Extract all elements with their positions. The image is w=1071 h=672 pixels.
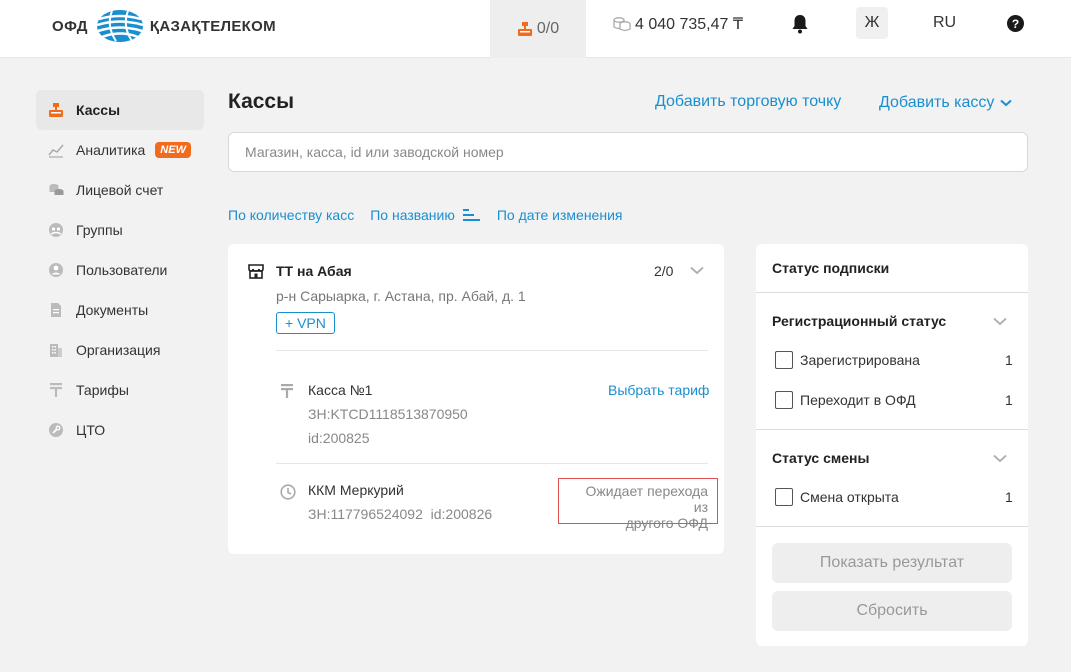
reset-button[interactable]: Сбросить xyxy=(772,591,1012,631)
user-icon xyxy=(48,262,64,278)
checkbox-label: Зарегистрирована xyxy=(800,352,920,368)
show-result-button[interactable]: Показать результат xyxy=(772,543,1012,583)
trade-point-address: р-н Сарыарка, г. Астана, пр. Абай, д. 1 xyxy=(276,288,526,304)
checkbox-count: 1 xyxy=(1005,392,1013,408)
add-kassa-dropdown[interactable]: Добавить кассу xyxy=(879,94,1013,112)
sidebar-nav: Кассы Аналитика NEW Лицевой счет Группы … xyxy=(36,90,204,450)
reg-status-title[interactable]: Регистрационный статус xyxy=(772,313,946,329)
status-line-2: другого ОФД xyxy=(625,515,708,531)
globe-logo-icon xyxy=(96,10,144,42)
chart-icon xyxy=(48,142,64,158)
kassa-serial: ЗН:KTCD1118513870950 xyxy=(308,406,468,422)
sort-by-name[interactable]: По названию xyxy=(370,207,481,223)
checkbox-label: Переходит в ОФД xyxy=(800,392,916,408)
sort-by-count[interactable]: По количеству касс xyxy=(228,207,354,223)
sidebar-item-groups[interactable]: Группы xyxy=(36,210,204,250)
balance-value: 4 040 735,47 ₸ xyxy=(635,16,744,33)
filter-title: Статус подписки xyxy=(772,260,890,276)
shift-status-title[interactable]: Статус смены xyxy=(772,450,869,466)
sidebar-item-label: Аналитика xyxy=(76,142,146,158)
sidebar-item-label: Документы xyxy=(76,302,149,318)
trade-point-count: 2/0 xyxy=(654,263,674,279)
kassa-serial: ЗН:117796524092 xyxy=(308,506,423,522)
chevron-down-icon[interactable] xyxy=(690,266,704,275)
tariff-icon xyxy=(281,384,293,398)
sort-by-name-label: По названию xyxy=(370,207,455,223)
divider xyxy=(756,292,1028,293)
bell-icon[interactable] xyxy=(791,14,809,34)
divider xyxy=(276,350,708,351)
sidebar-item-label: Пользователи xyxy=(76,262,168,278)
trade-point-name[interactable]: ТТ на Абая xyxy=(276,263,352,279)
kassa-name[interactable]: ККМ Меркурий xyxy=(308,482,404,498)
kassa-serial-id: ЗН:117796524092 id:200826 xyxy=(308,506,492,522)
divider xyxy=(276,463,708,464)
tariff-icon xyxy=(48,382,64,398)
kassa-id: id:200825 xyxy=(308,430,370,446)
cash-register-icon xyxy=(48,102,64,118)
checkbox-count: 1 xyxy=(1005,352,1013,368)
sidebar-item-tariffs[interactable]: Тарифы xyxy=(36,370,204,410)
kkm-counter-value: 0/0 xyxy=(536,20,560,37)
coins-icon xyxy=(613,17,631,32)
help-icon[interactable]: ? xyxy=(1007,15,1024,32)
filter-panel: Статус подписки Регистрационный статус З… xyxy=(756,244,1028,646)
shift-open-checkbox[interactable] xyxy=(775,488,793,506)
search-input[interactable] xyxy=(228,132,1028,172)
logo[interactable]: ОФД ҚАЗАҚТЕЛЕКОМ xyxy=(52,9,276,43)
language-switcher[interactable]: RU xyxy=(933,14,956,32)
sidebar-item-label: Организация xyxy=(76,342,161,358)
kassa-name[interactable]: Касса №1 xyxy=(308,382,372,398)
checkbox-count: 1 xyxy=(1005,489,1013,505)
chevron-down-icon[interactable] xyxy=(993,454,1007,463)
document-icon xyxy=(48,302,64,318)
status-line-1: Ожидает перехода из xyxy=(585,483,708,515)
wrench-icon xyxy=(48,422,64,438)
groups-icon xyxy=(48,222,64,238)
registered-checkbox[interactable] xyxy=(775,351,793,369)
sidebar-item-users[interactable]: Пользователи xyxy=(36,250,204,290)
trade-point-card: ТТ на Абая 2/0 р-н Сарыарка, г. Астана, … xyxy=(228,244,724,554)
sidebar-item-label: Лицевой счет xyxy=(76,182,164,198)
building-icon xyxy=(48,342,64,358)
store-icon xyxy=(248,264,264,279)
sidebar-item-label: ЦТО xyxy=(76,422,106,438)
sidebar-item-account[interactable]: Лицевой счет xyxy=(36,170,204,210)
add-vpn-button[interactable]: + VPN xyxy=(276,312,335,334)
sidebar-item-kassy[interactable]: Кассы xyxy=(36,90,204,130)
kkm-counter-tab[interactable]: 0/0 xyxy=(490,0,586,58)
kassa-status-label: Ожидает перехода из другого ОФД xyxy=(558,478,718,531)
add-trade-point-link[interactable]: Добавить торговую точку xyxy=(655,93,841,111)
sidebar-item-organization[interactable]: Организация xyxy=(36,330,204,370)
sort-options: По количеству касс По названию По дате и… xyxy=(228,207,638,223)
add-kassa-label: Добавить кассу xyxy=(879,94,995,111)
kassa-id: id:200826 xyxy=(430,506,493,522)
user-avatar-button[interactable]: Ж xyxy=(856,7,888,39)
top-header: ОФД ҚАЗАҚТЕЛЕКОМ 0/0 4 040 735,47 ₸ Ж RU… xyxy=(0,0,1071,58)
sidebar-item-cto[interactable]: ЦТО xyxy=(36,410,204,450)
new-badge: NEW xyxy=(155,142,191,158)
cash-register-icon xyxy=(517,22,532,36)
sidebar-item-documents[interactable]: Документы xyxy=(36,290,204,330)
sort-ascending-icon xyxy=(462,209,480,221)
page-title: Кассы xyxy=(228,90,295,113)
logo-ofd-text: ОФД xyxy=(52,17,88,35)
coins-icon xyxy=(48,182,64,198)
logo-kazakhtelecom-text: ҚАЗАҚТЕЛЕКОМ xyxy=(149,17,276,35)
choose-tariff-link[interactable]: Выбрать тариф xyxy=(608,382,709,398)
sidebar-item-label: Тарифы xyxy=(76,382,129,398)
chevron-down-icon xyxy=(1000,99,1013,107)
checkbox-label: Смена открыта xyxy=(800,489,899,505)
clock-icon xyxy=(280,484,296,500)
sidebar-item-analytics[interactable]: Аналитика NEW xyxy=(36,130,204,170)
balance-display[interactable]: 4 040 735,47 ₸ xyxy=(613,0,743,48)
sort-by-date[interactable]: По дате изменения xyxy=(497,207,623,223)
divider xyxy=(756,526,1028,527)
sidebar-item-label: Группы xyxy=(76,222,123,238)
sidebar-item-label: Кассы xyxy=(76,102,121,118)
chevron-down-icon[interactable] xyxy=(993,317,1007,326)
divider xyxy=(756,429,1028,430)
transferring-checkbox[interactable] xyxy=(775,391,793,409)
